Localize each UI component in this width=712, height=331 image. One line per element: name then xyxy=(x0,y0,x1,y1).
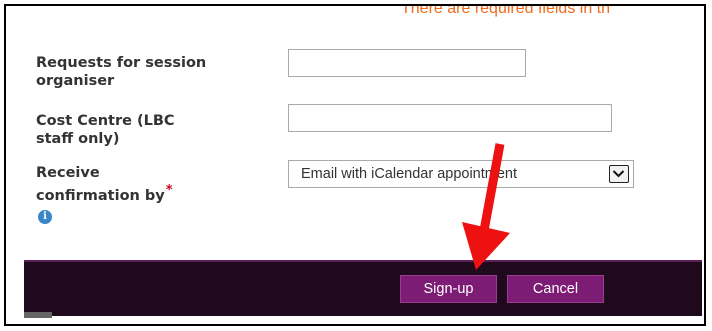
info-icon[interactable]: i xyxy=(38,210,52,224)
confirmation-label-text: confirmation by xyxy=(36,187,165,204)
scrollbar-thumb[interactable] xyxy=(24,312,52,318)
signup-form-panel: There are required fields in th Requests… xyxy=(4,4,706,326)
form-footer-bar: Sign-up Cancel xyxy=(24,260,702,316)
signup-button[interactable]: Sign-up xyxy=(400,275,497,303)
cost-centre-label-line1: Cost Centre (LBC xyxy=(36,113,175,129)
required-marker: * xyxy=(165,183,173,198)
cost-centre-label-line2: staff only) xyxy=(36,131,120,147)
requests-label: Requests for session organiser xyxy=(36,54,206,90)
chevron-down-icon[interactable] xyxy=(609,165,629,183)
red-arrow-annotation xyxy=(462,143,510,270)
confirmation-label-line1: Receive xyxy=(36,165,100,181)
required-fields-notice: There are required fields in th xyxy=(401,4,610,17)
cost-centre-input[interactable] xyxy=(288,104,612,132)
confirmation-label: Receive confirmation by* xyxy=(36,164,173,205)
cancel-button[interactable]: Cancel xyxy=(507,275,604,303)
requests-label-line1: Requests for session xyxy=(36,55,207,71)
requests-input[interactable] xyxy=(288,49,526,77)
cost-centre-label: Cost Centre (LBC staff only) xyxy=(36,112,175,148)
requests-label-line2: organiser xyxy=(36,73,115,89)
confirmation-label-line2: confirmation by* xyxy=(36,182,173,205)
